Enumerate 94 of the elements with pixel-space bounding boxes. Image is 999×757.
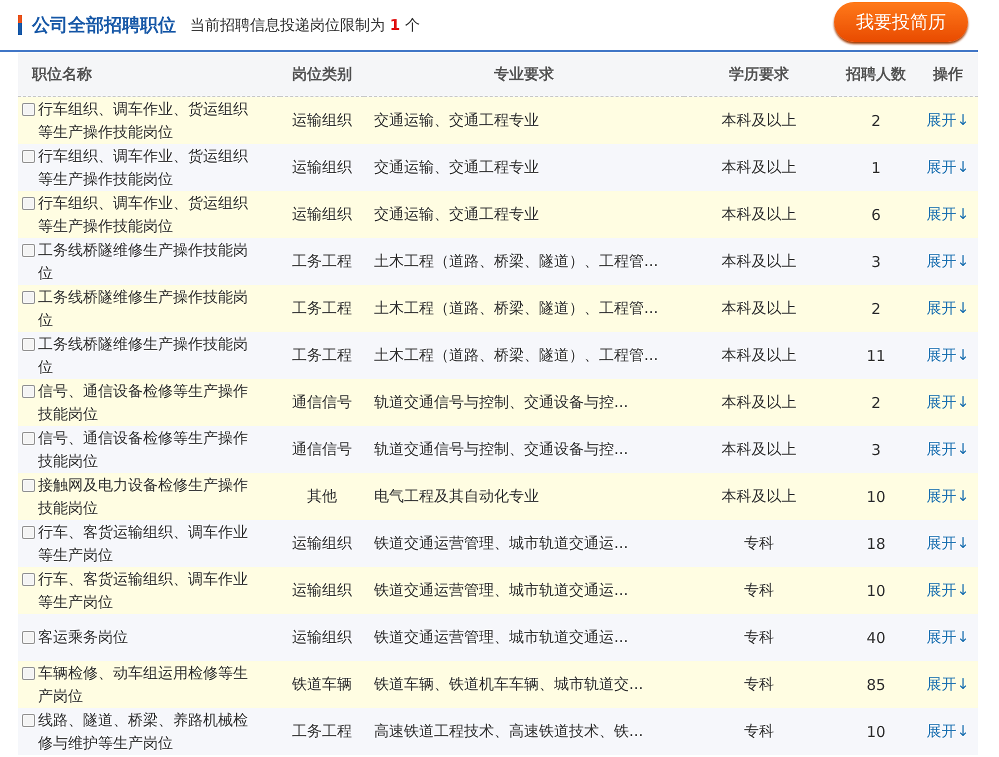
hiring-count: 6 xyxy=(871,206,881,224)
row-checkbox[interactable] xyxy=(22,526,35,538)
job-category: 运输组织 xyxy=(292,111,352,129)
column-header: 学历要求 xyxy=(729,64,789,82)
education-requirement: 专科 xyxy=(744,675,774,693)
job-category: 其他 xyxy=(307,487,337,505)
major-requirement: 高速铁道工程技术、高速铁道技术、铁... xyxy=(374,722,644,740)
row-checkbox[interactable] xyxy=(22,714,35,726)
major-requirement: 交通运输、交通工程专业 xyxy=(374,111,539,129)
education-requirement: 本科及以上 xyxy=(722,346,796,364)
major-requirement: 铁道交通运营管理、城市轨道交通运... xyxy=(374,534,628,552)
job-category: 运输组织 xyxy=(292,628,352,646)
major-requirement: 铁道交通运营管理、城市轨道交通运... xyxy=(374,628,628,646)
row-checkbox[interactable] xyxy=(22,150,35,162)
hiring-count: 10 xyxy=(866,488,886,506)
job-title: 线路、隧道、桥梁、养路机械检修与维护等生产岗位 xyxy=(38,710,249,754)
column-header: 操作 xyxy=(933,64,963,82)
row-checkbox[interactable] xyxy=(22,478,35,492)
title-accent-bar xyxy=(18,15,22,35)
major-requirement: 电气工程及其自动化专业 xyxy=(374,487,539,505)
job-title: 行车、客货运输组织、调车作业等生产岗位 xyxy=(38,522,249,566)
job-category: 运输组织 xyxy=(292,205,352,223)
hiring-count: 2 xyxy=(871,394,881,412)
hiring-count: 3 xyxy=(871,252,881,270)
job-title: 工务线桥隧维修生产操作技能岗位 xyxy=(38,286,249,330)
education-requirement: 本科及以上 xyxy=(722,299,796,317)
job-title: 信号、通信设备检修等生产操作技能岗位 xyxy=(38,380,249,424)
job-category: 工务工程 xyxy=(292,346,352,364)
row-checkbox[interactable] xyxy=(22,196,35,210)
major-requirement: 交通运输、交通工程专业 xyxy=(374,158,539,176)
hiring-count: 3 xyxy=(871,440,881,458)
column-header: 招聘人数 xyxy=(846,64,906,82)
job-category: 工务工程 xyxy=(292,722,352,740)
education-requirement: 本科及以上 xyxy=(722,158,796,176)
hiring-count: 10 xyxy=(866,722,886,740)
education-requirement: 专科 xyxy=(744,581,774,599)
job-title: 行车组织、调车作业、货运组织等生产操作技能岗位 xyxy=(38,192,249,236)
job-title: 行车组织、调车作业、货运组织等生产操作技能岗位 xyxy=(38,146,249,190)
row-checkbox[interactable] xyxy=(22,244,35,256)
education-requirement: 本科及以上 xyxy=(722,252,796,270)
major-requirement: 土木工程（道路、桥梁、隧道）、工程管... xyxy=(374,252,658,270)
hiring-count: 18 xyxy=(866,534,886,552)
hiring-count: 10 xyxy=(866,582,886,600)
job-title: 工务线桥隧维修生产操作技能岗位 xyxy=(38,334,249,378)
hiring-count: 40 xyxy=(866,628,886,646)
education-requirement: 专科 xyxy=(744,534,774,552)
education-requirement: 本科及以上 xyxy=(722,393,796,411)
apply-button[interactable]: 我要投简历 xyxy=(834,2,968,42)
job-title: 客运乘务岗位 xyxy=(38,627,129,648)
hiring-count: 2 xyxy=(871,112,881,130)
job-category: 通信信号 xyxy=(292,440,352,458)
row-checkbox[interactable] xyxy=(22,102,35,116)
major-requirement: 交通运输、交通工程专业 xyxy=(374,205,539,223)
major-requirement: 土木工程（道路、桥梁、隧道）、工程管... xyxy=(374,299,658,317)
job-category: 工务工程 xyxy=(292,299,352,317)
job-category: 运输组织 xyxy=(292,158,352,176)
job-title: 工务线桥隧维修生产操作技能岗位 xyxy=(38,240,249,284)
column-header: 岗位类别 xyxy=(292,64,352,82)
major-requirement: 铁道车辆、铁道机车车辆、城市轨道交... xyxy=(374,675,644,693)
hiring-count: 85 xyxy=(866,676,886,694)
job-title: 信号、通信设备检修等生产操作技能岗位 xyxy=(38,428,249,472)
education-requirement: 专科 xyxy=(744,628,774,646)
hiring-count: 1 xyxy=(871,158,881,176)
job-category: 通信信号 xyxy=(292,393,352,411)
row-checkbox[interactable] xyxy=(22,290,35,304)
job-title: 行车、客货运输组织、调车作业等生产岗位 xyxy=(38,568,249,612)
major-requirement: 轨道交通信号与控制、交通设备与控... xyxy=(374,440,628,458)
job-category: 运输组织 xyxy=(292,581,352,599)
job-title: 行车组织、调车作业、货运组织等生产操作技能岗位 xyxy=(38,98,249,142)
major-requirement: 轨道交通信号与控制、交通设备与控... xyxy=(374,393,628,411)
job-category: 工务工程 xyxy=(292,252,352,270)
job-title: 接触网及电力设备检修生产操作技能岗位 xyxy=(38,474,249,518)
row-checkbox[interactable] xyxy=(22,384,35,398)
column-header: 职位名称 xyxy=(32,64,92,82)
column-header: 专业要求 xyxy=(494,64,554,82)
job-title: 车辆检修、动车组运用检修等生产岗位 xyxy=(38,662,249,706)
education-requirement: 本科及以上 xyxy=(722,440,796,458)
major-requirement: 铁道交通运营管理、城市轨道交通运... xyxy=(374,581,628,599)
job-category: 运输组织 xyxy=(292,534,352,552)
education-requirement: 专科 xyxy=(744,722,774,740)
row-checkbox[interactable] xyxy=(22,631,35,644)
education-requirement: 本科及以上 xyxy=(722,205,796,223)
row-checkbox[interactable] xyxy=(22,338,35,350)
row-checkbox[interactable] xyxy=(22,572,35,586)
page-title: 公司全部招聘职位 xyxy=(32,14,176,37)
education-requirement: 本科及以上 xyxy=(722,487,796,505)
hiring-count: 2 xyxy=(871,300,881,318)
row-checkbox[interactable] xyxy=(22,666,35,680)
education-requirement: 本科及以上 xyxy=(722,111,796,129)
limit-notice: 当前招聘信息投递岗位限制为 1 个 xyxy=(190,16,420,34)
row-checkbox[interactable] xyxy=(22,432,35,444)
hiring-count: 11 xyxy=(866,346,886,364)
major-requirement: 土木工程（道路、桥梁、隧道）、工程管... xyxy=(374,346,658,364)
job-category: 铁道车辆 xyxy=(292,675,352,693)
